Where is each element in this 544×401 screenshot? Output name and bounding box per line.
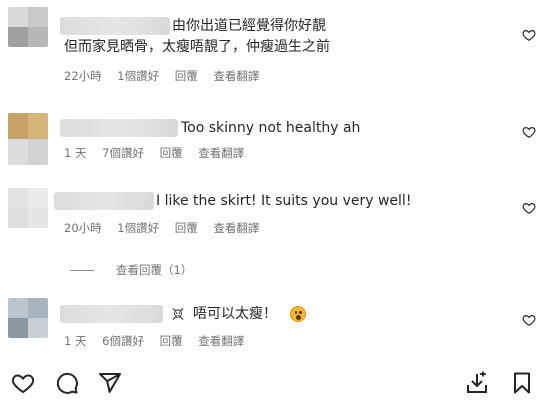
likes-count[interactable]: 7個讚好 bbox=[102, 146, 144, 160]
astonished-face-icon bbox=[290, 306, 306, 322]
like-heart-icon[interactable] bbox=[522, 201, 536, 215]
download-icon[interactable] bbox=[465, 371, 489, 395]
username-blurred[interactable] bbox=[54, 192, 154, 210]
comment-meta: 1 天 7個讚好 回覆 查看翻譯 bbox=[64, 146, 244, 160]
username-blurred[interactable] bbox=[60, 119, 178, 137]
reply-button[interactable]: 回覆 bbox=[160, 146, 183, 160]
translate-button[interactable]: 查看翻譯 bbox=[213, 69, 259, 83]
reply-button[interactable]: 回覆 bbox=[160, 334, 183, 348]
like-heart-icon[interactable] bbox=[522, 313, 536, 327]
comment-meta: 20小時 1個讚好 回覆 查看翻譯 bbox=[64, 221, 259, 235]
comment-time: 1 天 bbox=[64, 146, 87, 160]
reply-button[interactable]: 回覆 bbox=[175, 69, 198, 83]
view-replies-button[interactable]: 查看回覆（1） bbox=[70, 262, 192, 278]
divider-dash bbox=[70, 269, 94, 271]
translate-button[interactable]: 查看翻譯 bbox=[198, 146, 244, 160]
avatar[interactable] bbox=[8, 298, 48, 338]
avatar[interactable] bbox=[8, 188, 48, 228]
likes-count[interactable]: 1個讚好 bbox=[117, 69, 159, 83]
comment-icon[interactable] bbox=[55, 371, 79, 395]
comment-meta: 22小時 1個讚好 回覆 查看翻譯 bbox=[64, 69, 259, 83]
comment-text-continued: 但而家見晒骨，太瘦唔靚了，仲瘦過生之前 bbox=[64, 39, 330, 55]
reply-button[interactable]: 回覆 bbox=[175, 221, 198, 235]
likes-count[interactable]: 6個讚好 bbox=[102, 334, 144, 348]
translate-button[interactable]: 查看翻譯 bbox=[198, 334, 244, 348]
comment-time: 1 天 bbox=[64, 334, 87, 348]
translate-button[interactable]: 查看翻譯 bbox=[213, 221, 259, 235]
likes-count[interactable]: 1個讚好 bbox=[117, 221, 159, 235]
skull-crossbones-icon bbox=[172, 308, 184, 320]
send-icon[interactable] bbox=[98, 371, 122, 395]
comment-time: 22小時 bbox=[64, 69, 102, 83]
heart-outline-icon[interactable] bbox=[11, 371, 35, 395]
avatar[interactable] bbox=[8, 113, 48, 165]
view-replies-label[interactable]: 查看回覆（1） bbox=[116, 262, 192, 278]
avatar[interactable] bbox=[8, 7, 48, 47]
comment-text: I like the skirt! It suits you very well… bbox=[156, 193, 412, 209]
comment-text: Too skinny not healthy ah bbox=[181, 120, 361, 136]
post-action-bar bbox=[0, 363, 544, 401]
comment-time: 20小時 bbox=[64, 221, 102, 235]
bookmark-icon[interactable] bbox=[510, 371, 534, 395]
comment-meta: 1 天 6個讚好 回覆 查看翻譯 bbox=[64, 334, 244, 348]
comment-text: 唔可以太瘦！ bbox=[193, 306, 277, 322]
comment-text: 由你出道已經覺得你好靚 bbox=[172, 18, 326, 34]
username-blurred[interactable] bbox=[60, 305, 163, 323]
like-heart-icon[interactable] bbox=[522, 125, 536, 139]
username-blurred[interactable] bbox=[60, 17, 170, 35]
like-heart-icon[interactable] bbox=[522, 28, 536, 42]
comments-page: 由你出道已經覺得你好靚 但而家見晒骨，太瘦唔靚了，仲瘦過生之前 22小時 1個讚… bbox=[0, 0, 544, 401]
